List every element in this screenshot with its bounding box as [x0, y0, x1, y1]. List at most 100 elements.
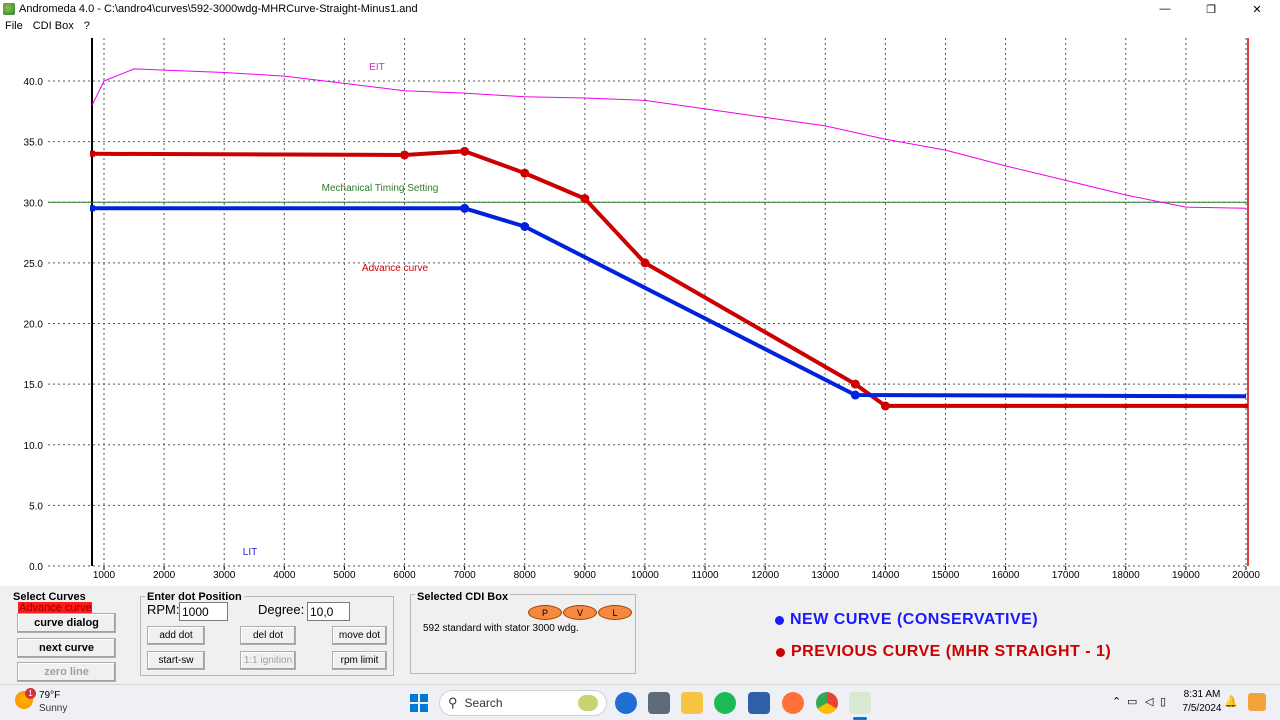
window-controls: — ❐ ✕ [1142, 0, 1280, 18]
x-tick-label: 1000 [93, 570, 116, 581]
menu-file[interactable]: File [0, 20, 28, 32]
series-dot-1 [850, 379, 860, 389]
series-mark [1063, 403, 1068, 408]
series-mark [1244, 403, 1248, 408]
x-tick-label: 15000 [932, 570, 960, 581]
taskbar: 1 79°F Sunny ⚲ Search ⌃ ▭ ◁ ▯ 8:31 AM 7/… [0, 684, 1280, 720]
firefox-icon[interactable] [782, 692, 804, 714]
series-dot-1 [460, 146, 470, 156]
x-tick-label: 8000 [514, 570, 537, 581]
battery-icon[interactable]: ▯ [1160, 695, 1166, 708]
rpm-limit-button[interactable]: rpm limit [332, 651, 387, 670]
select-curves-group: Select Curves Advance curve curve dialog… [7, 591, 128, 682]
annotation-advance: Advance curve [362, 263, 429, 274]
x-tick-label: 6000 [393, 570, 416, 581]
search-highlight-icon [578, 695, 598, 711]
move-dot-button[interactable]: move dot [332, 626, 387, 645]
chart-svg[interactable]: 1000 2000 3000 4000 5000 6000 7000 8000 9000 1000… [0, 34, 1280, 586]
tray-chevron-icon[interactable]: ⌃ [1112, 695, 1121, 708]
cdi-box-title: Selected CDI Box [415, 591, 511, 603]
series-start-mark [90, 205, 95, 212]
series-dot-2 [520, 222, 530, 231]
windows-start-icon[interactable] [408, 692, 430, 714]
copilot-icon[interactable] [615, 692, 637, 714]
series-dot-1 [400, 150, 410, 160]
search-label: Search [464, 696, 503, 710]
menu-cdi-box[interactable]: CDI Box [28, 20, 79, 32]
x-tick-label: 17000 [1052, 570, 1080, 581]
cdi-box-group: Selected CDI Box P V L 592 standard with… [410, 591, 636, 674]
volume-icon[interactable]: ◁ [1145, 695, 1153, 708]
series-mark [1003, 403, 1008, 408]
annotation-lit: LIT [243, 547, 257, 558]
menu-help[interactable]: ? [79, 20, 95, 32]
x-tick-label: 9000 [574, 570, 597, 581]
y-tick-label: 15.0 [24, 380, 44, 391]
y-tick-label: 5.0 [29, 501, 43, 512]
annotation-mechanical: Mechanical Timing Setting [322, 183, 439, 194]
notification-bell-icon[interactable]: 🔔 [1224, 695, 1238, 708]
photoshop-icon[interactable] [748, 692, 770, 714]
degree-input[interactable] [307, 602, 350, 621]
rpm-input[interactable] [179, 602, 228, 621]
clock-date[interactable]: 7/5/2024 [1177, 703, 1227, 714]
app-icon [3, 3, 15, 15]
x-tick-label: 7000 [454, 570, 477, 581]
legend-new-text: NEW CURVE (CONSERVATIVE) [790, 611, 1039, 628]
weather-condition[interactable]: Sunny [39, 703, 67, 714]
legend-new-dot [775, 615, 784, 625]
series-dot-1 [580, 194, 590, 204]
series-dot-1 [880, 401, 890, 411]
l-button[interactable]: L [598, 605, 632, 620]
network-icon[interactable]: ▭ [1127, 695, 1137, 708]
ignition-button[interactable]: 1:1 ignition [240, 651, 296, 670]
start-sw-button[interactable]: start-sw [147, 651, 205, 670]
series-dot-1 [640, 258, 650, 268]
window-title: Andromeda 4.0 - C:\andro4\curves\592-300… [19, 3, 418, 15]
add-dot-button[interactable]: add dot [147, 626, 205, 645]
del-dot-button[interactable]: del dot [240, 626, 296, 645]
series-dot-1 [520, 168, 530, 178]
taskbar-search[interactable]: ⚲ Search [439, 690, 607, 716]
p-button[interactable]: P [528, 605, 562, 620]
weather-badge: 1 [25, 688, 36, 699]
x-tick-label: 10000 [631, 570, 659, 581]
y-tick-label: 30.0 [24, 198, 44, 209]
zero-line-button[interactable]: zero line [17, 662, 116, 682]
degree-label: Degree: [258, 602, 305, 617]
close-button[interactable]: ✕ [1234, 0, 1280, 18]
curve-dialog-button[interactable]: curve dialog [17, 613, 116, 633]
legend-new-curve: NEW CURVE (CONSERVATIVE) [775, 611, 1038, 629]
y-tick-label: 35.0 [24, 138, 44, 149]
weather-temperature[interactable]: 79°F [39, 690, 60, 701]
x-tick-label: 5000 [333, 570, 356, 581]
calculator-icon[interactable] [648, 692, 670, 714]
x-tick-label: 16000 [992, 570, 1020, 581]
next-curve-button[interactable]: next curve [17, 638, 116, 658]
andromeda-app-icon[interactable] [849, 692, 871, 714]
clock-time[interactable]: 8:31 AM [1177, 689, 1227, 700]
chart-background [0, 34, 1280, 586]
x-tick-label: 4000 [273, 570, 296, 581]
series-mark [1123, 403, 1128, 408]
minimize-button[interactable]: — [1142, 0, 1188, 18]
x-tick-label: 18000 [1112, 570, 1140, 581]
x-tick-label: 12000 [751, 570, 779, 581]
y-tick-label: 25.0 [24, 259, 44, 270]
chrome-icon[interactable] [816, 692, 838, 714]
legend-previous-curve: PREVIOUS CURVE (MHR STRAIGHT - 1) [776, 643, 1111, 661]
x-tick-label: 2000 [153, 570, 176, 581]
search-icon: ⚲ [448, 695, 458, 710]
y-tick-label: 0.0 [29, 562, 43, 573]
series-start-mark [90, 150, 95, 157]
timing-chart[interactable]: 1000 2000 3000 4000 5000 6000 7000 8000 9000 1000… [0, 34, 1280, 586]
title-bar: Andromeda 4.0 - C:\andro4\curves\592-300… [0, 0, 1280, 18]
app-tray-icon[interactable] [1248, 693, 1266, 711]
series-dot-2 [850, 390, 860, 400]
series-mark [1183, 403, 1188, 408]
v-button[interactable]: V [563, 605, 597, 620]
rpm-label: RPM: [147, 602, 180, 617]
file-explorer-icon[interactable] [681, 692, 703, 714]
maximize-button[interactable]: ❐ [1188, 0, 1234, 18]
spotify-icon[interactable] [714, 692, 736, 714]
